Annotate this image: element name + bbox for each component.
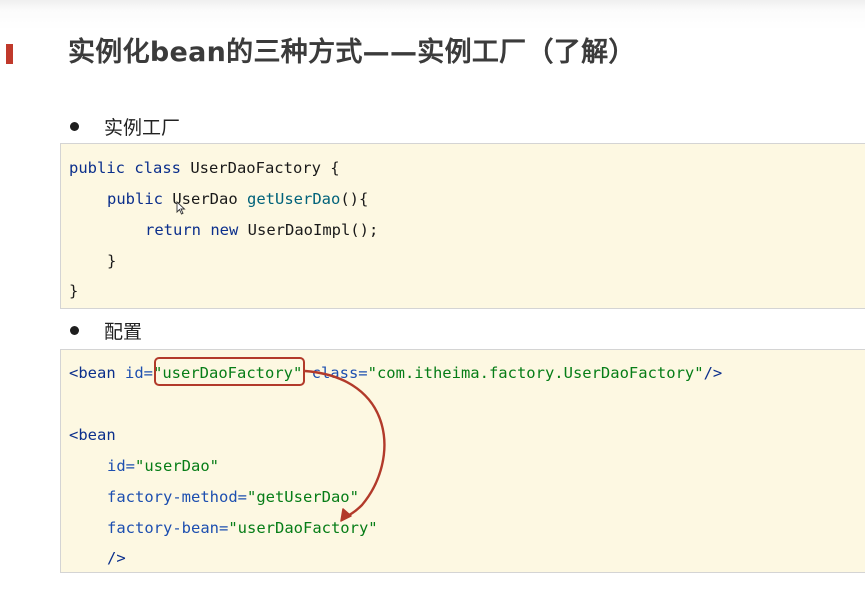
xml-attr: class= [302,364,368,382]
xml-attr: id= [115,364,153,382]
bullet-dot-icon [70,325,79,335]
code-expression: UserDaoImpl(); [238,221,379,239]
code-line-2: public UserDao getUserDao(){ [107,189,368,209]
code-method-name: getUserDao [247,190,341,208]
code-punct: (){ [340,190,369,208]
bullet-dot-icon [70,121,79,131]
bullet-label: 实例工厂 [104,116,181,139]
code-keyword: public [107,190,163,208]
xml-value: "userDao" [135,457,219,475]
mouse-pointer-icon [176,201,186,215]
title-accent-bar [6,44,13,64]
code-line-3: return new UserDaoImpl(); [145,220,378,240]
xml-value: "userDaoFactory" [228,519,378,537]
code-line-5: } [69,282,79,300]
code-keyword: public class [69,159,181,177]
slide-title: 实例化bean的三种方式——实例工厂（了解） [68,37,636,68]
code-line-1: public class UserDaoFactory { [69,158,340,178]
code-keyword: return new [145,221,239,239]
xml-tag: <bean [69,364,116,382]
xml-tag-end: /> [703,364,723,382]
annotation-highlight-box [154,357,305,386]
xml-line-2: <bean [69,425,116,445]
xml-value: "com.itheima.factory.UserDaoFactory" [367,364,704,382]
xml-attr: id= [107,457,135,475]
xml-attr: factory-bean= [107,519,229,537]
bullet-instance-factory: 实例工厂 [70,114,181,139]
xml-line-3: id="userDao" [107,456,219,476]
bullet-label: 配置 [104,320,143,343]
xml-tag-end: /> [107,549,126,567]
xml-tag: <bean [69,426,116,444]
bullet-config: 配置 [70,318,143,343]
xml-value: "getUserDao" [246,488,359,506]
xml-line-5: factory-bean="userDaoFactory" [107,518,378,538]
code-class-name: UserDaoFactory { [180,159,340,177]
xml-line-4: factory-method="getUserDao" [107,487,359,507]
xml-line-6: /> [107,548,126,568]
xml-attr: factory-method= [107,488,247,506]
java-code-block: public class UserDaoFactory { public Use… [60,143,865,309]
code-line-4: } [107,252,117,270]
